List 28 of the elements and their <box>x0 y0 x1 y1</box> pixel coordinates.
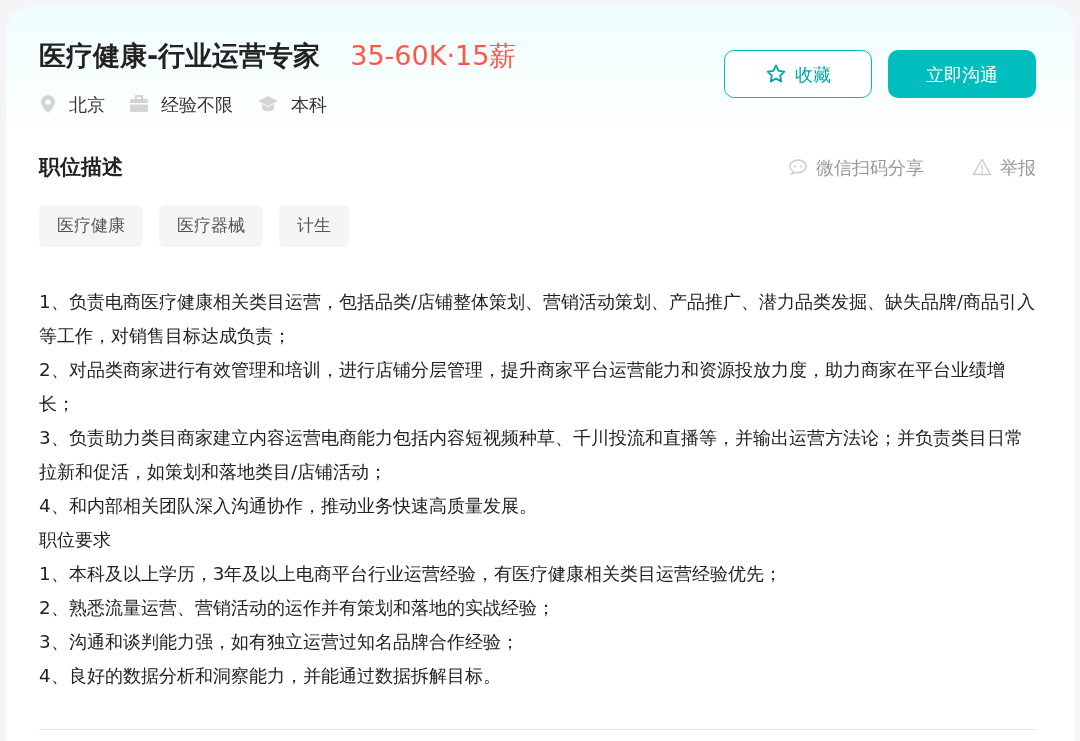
location-pin-icon <box>39 94 57 114</box>
favorite-button[interactable]: 收藏 <box>724 50 872 98</box>
graduation-cap-icon <box>257 95 279 113</box>
section-heading: 职位描述 <box>39 153 123 181</box>
description-line: 3、沟通和谈判能力强，如有独立运营过知名品牌合作经验； <box>39 629 520 654</box>
description-line: 职位要求 <box>39 527 112 552</box>
star-icon <box>765 63 787 85</box>
meta-text: 经验不限 <box>161 92 233 117</box>
warning-icon <box>972 158 992 177</box>
salary: 35-60K·15薪 <box>350 39 517 73</box>
job-title: 医疗健康-行业运营专家 <box>39 39 321 73</box>
meta-text: 北京 <box>69 92 105 117</box>
report-link[interactable]: 举报 <box>1000 153 1036 181</box>
share-link[interactable]: 微信扫码分享 <box>816 153 924 181</box>
description-line: 4、和内部相关团队深入沟通协作，推动业务快速高质量发展。 <box>39 493 538 518</box>
meta-text: 本科 <box>291 92 327 117</box>
tag: 医疗健康 <box>39 205 143 247</box>
description-line: 2、对品类商家进行有效管理和培训，进行店铺分层管理，提升商家平台运营能力和资源投放力度，助力商家在平台业绩增长； <box>39 357 1006 416</box>
description-line: 1、负责电商医疗健康相关类目运营，包括品类/店铺整体策划、营销活动策划、产品推广、潜力品类发掘、缺失品牌/商品引入等工作，对销售目标达成负责； <box>39 289 1036 348</box>
briefcase-icon <box>129 95 149 113</box>
tag: 医疗器械 <box>159 205 263 247</box>
description-line: 3、负责助力类目商家建立内容运营电商能力包括内容短视频种草、千川投流和直播等，并输出运营方法论；并负责类目日常拉新和促活，如策划和落地类目/店铺活动； <box>39 425 1024 484</box>
description-line: 1、本科及以上学历，3年及以上电商平台行业运营经验，有医疗健康相关类目运营经验优先； <box>39 561 784 586</box>
description-line: 2、熟悉流量运营、营销活动的运作并有策划和落地的实战经验； <box>39 595 556 620</box>
chat-now-button[interactable]: 立即沟通 <box>888 50 1036 98</box>
description-line: 4、良好的数据分析和洞察能力，并能通过数据拆解目标。 <box>39 663 502 688</box>
tag: 计生 <box>279 205 349 247</box>
chat-bubble-icon <box>788 158 808 177</box>
